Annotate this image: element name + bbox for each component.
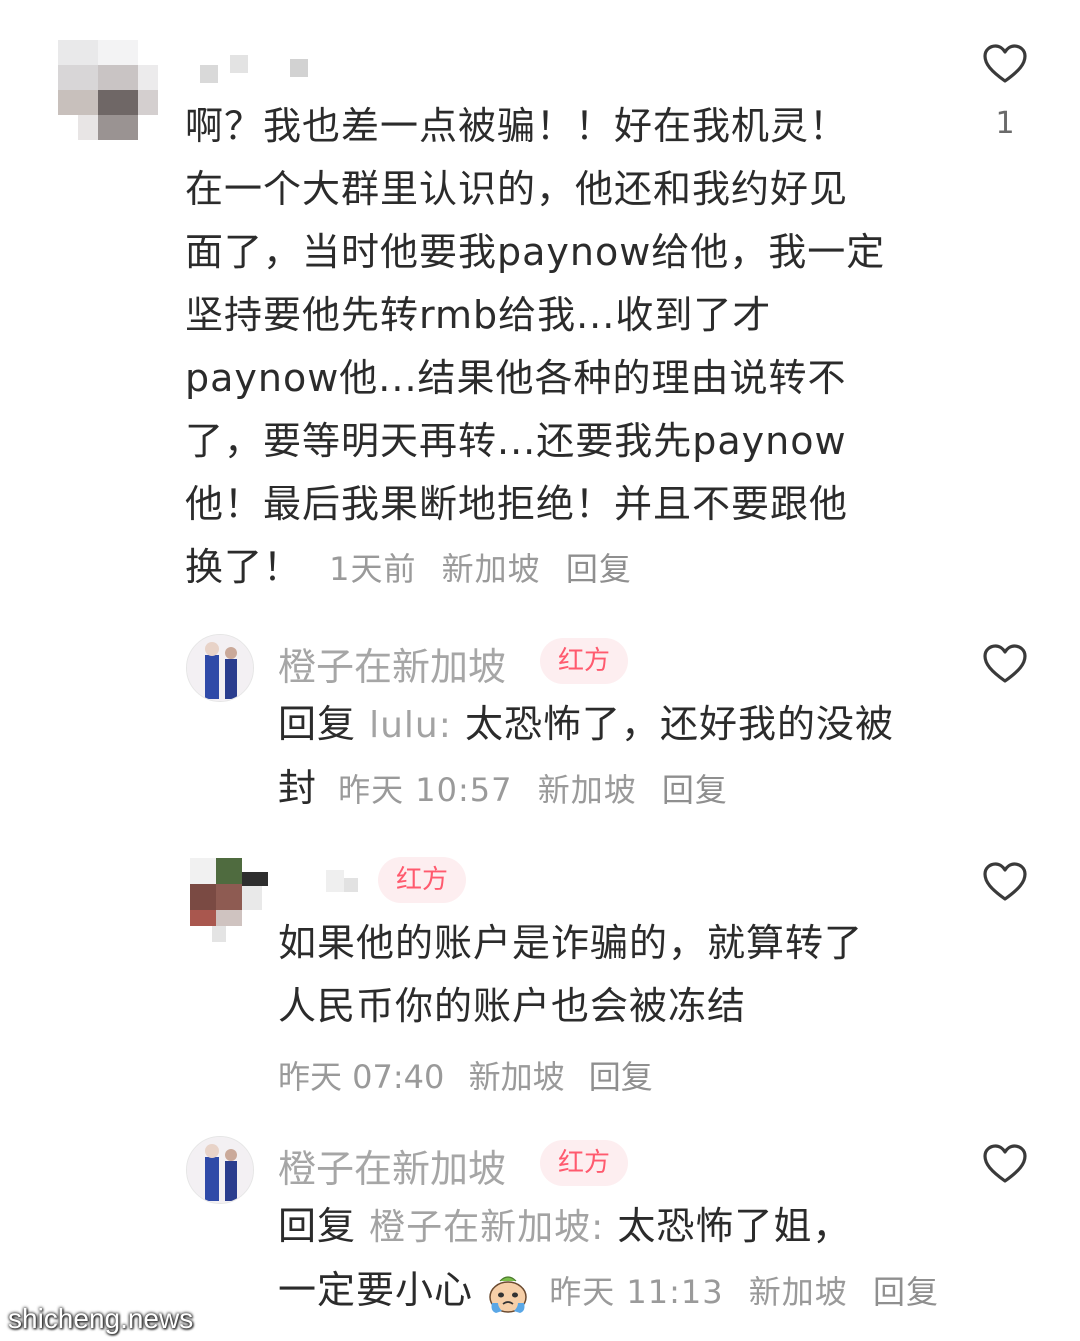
reply-line: 封 昨天 10:57 新加坡 回复	[278, 757, 958, 822]
heart-icon[interactable]	[981, 1140, 1029, 1188]
comment-last-line: 换了！ 1天前 新加坡 回复	[185, 536, 945, 601]
reply-button[interactable]: 回复	[873, 1273, 939, 1311]
like-count: 1	[995, 106, 1015, 141]
comment-line: 他！最后我果断地拒绝！并且不要跟他	[185, 482, 849, 526]
reply-prefix: 回复	[278, 1204, 357, 1248]
avatar[interactable]	[58, 40, 158, 140]
author-badge: 红方	[540, 1140, 629, 1186]
comment-line: 面了，当时他要我paynow给他，我一定	[185, 230, 886, 274]
comment-meta: 1天前 新加坡 回复	[329, 550, 646, 588]
reply-text: 回复 橙子在新加坡: 太恐怖了姐， 一定要小心 昨天 11:13 新加坡 回复	[278, 1195, 958, 1324]
reply-target[interactable]: lulu:	[369, 705, 452, 746]
reply-content: 太恐怖了姐，	[617, 1204, 852, 1248]
avatar-image	[187, 1137, 253, 1203]
reply-prefix: 回复	[278, 702, 357, 746]
comment-line: 坚持要他先转rmb给我...收到了才	[185, 293, 772, 337]
heart-icon[interactable]	[981, 40, 1029, 88]
comment-text: 啊？我也差一点被骗！！好在我机灵！ 在一个大群里认识的，他还和我约好见 面了，当…	[185, 95, 945, 601]
comment-location: 新加坡	[748, 1273, 848, 1311]
reply-button[interactable]: 回复	[589, 1058, 653, 1096]
avatar-image	[187, 635, 253, 701]
author-badge: 红方	[540, 638, 629, 684]
comment-time: 昨天 10:57	[338, 771, 513, 809]
reply-target[interactable]: 橙子在新加坡:	[369, 1207, 604, 1248]
comment-meta: 昨天 10:57 新加坡 回复	[338, 771, 742, 809]
comment-line: 了，要等明天再转...还要我先paynow	[185, 419, 847, 463]
watermark: shicheng.news	[8, 1303, 194, 1334]
comment-line: 啊？我也差一点被骗！！好在我机灵！	[185, 104, 849, 148]
reply-content: 太恐怖了，还好我的没被	[464, 702, 894, 746]
comment-time: 1天前	[329, 550, 417, 588]
comment-meta: 昨天 11:13 新加坡 回复	[549, 1273, 953, 1311]
avatar[interactable]	[186, 1136, 254, 1204]
comment-meta: 昨天 07:40 新加坡 回复	[278, 1052, 667, 1098]
reply-content: 封	[278, 766, 318, 810]
reply-line: 回复 橙子在新加坡: 太恐怖了姐，	[278, 1195, 958, 1259]
reply-button[interactable]: 回复	[566, 550, 632, 588]
comment-time: 昨天 11:13	[549, 1273, 724, 1311]
username[interactable]: 橙子在新加坡	[278, 1138, 506, 1193]
heart-icon[interactable]	[981, 858, 1029, 906]
reply-line: 人民币你的账户也会被冻结	[278, 984, 747, 1028]
comment-time: 昨天 07:40	[278, 1058, 445, 1096]
heart-icon[interactable]	[981, 640, 1029, 688]
avatar[interactable]	[190, 858, 270, 942]
crying-face-emoji	[489, 1275, 527, 1313]
username-pixelated[interactable]	[320, 866, 364, 896]
comment-location: 新加坡	[441, 550, 541, 588]
comment-line: 在一个大群里认识的，他还和我约好见	[185, 167, 849, 211]
reply-line: 一定要小心 昨天 11:13 新加坡 回复	[278, 1259, 958, 1324]
comment-line: 换了！	[185, 545, 303, 589]
reply-text: 回复 lulu: 太恐怖了，还好我的没被 封 昨天 10:57 新加坡 回复	[278, 693, 958, 822]
reply-line: 回复 lulu: 太恐怖了，还好我的没被	[278, 693, 958, 757]
comment-location: 新加坡	[468, 1058, 565, 1096]
reply-line: 如果他的账户是诈骗的，就算转了	[278, 921, 864, 965]
reply-content: 一定要小心	[278, 1268, 474, 1312]
comment-line: paynow他...结果他各种的理由说转不	[185, 356, 847, 400]
comment-location: 新加坡	[537, 771, 637, 809]
reply-text: 如果他的账户是诈骗的，就算转了 人民币你的账户也会被冻结	[278, 912, 958, 1038]
reply-button[interactable]: 回复	[662, 771, 728, 809]
avatar[interactable]	[186, 634, 254, 702]
username[interactable]: 橙子在新加坡	[278, 636, 506, 691]
username-pixelated[interactable]	[190, 55, 320, 83]
author-badge: 红方	[378, 857, 467, 903]
